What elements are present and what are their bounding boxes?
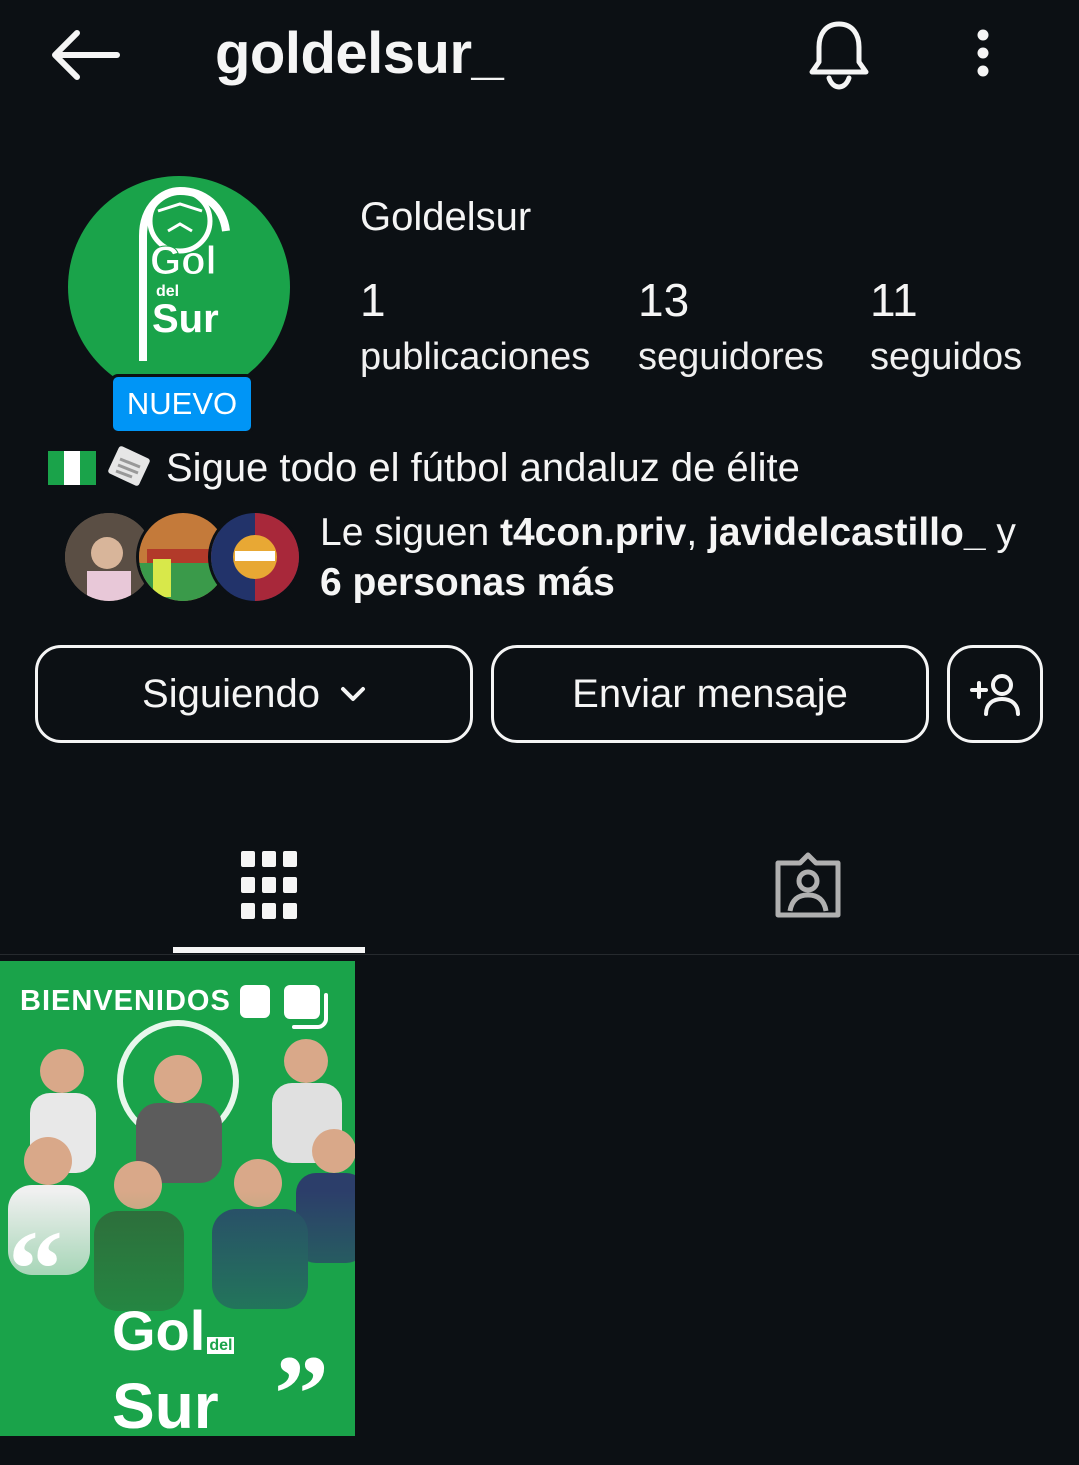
chevron-down-icon — [340, 687, 365, 701]
followed-separator: , — [686, 511, 709, 554]
posts-label: publicaciones — [360, 336, 591, 378]
display-name: Goldelsur — [360, 195, 532, 239]
tabs-divider — [0, 954, 1079, 955]
more-vertical-icon — [977, 29, 989, 77]
post-thumbnail[interactable]: “ ” BIENVENIDOS A Gol del Sur — [0, 961, 355, 1436]
following-count: 11 — [870, 274, 918, 326]
tagged-person-icon — [775, 852, 841, 918]
svg-text:Gol: Gol — [150, 239, 217, 283]
send-message-label: Enviar mensaje — [572, 671, 848, 716]
send-message-button[interactable]: Enviar mensaje — [491, 645, 929, 743]
followed-by-text[interactable]: Le siguen t4con.priv, javidelcastillo_ y… — [320, 508, 1050, 608]
bell-icon — [809, 21, 869, 90]
bio: Sigue todo el fútbol andaluz de élite — [48, 440, 800, 496]
profile-avatar[interactable]: Gol del Sur — [68, 176, 290, 398]
posts-stat[interactable]: 1 publicaciones — [360, 272, 590, 380]
grid-icon — [241, 851, 297, 919]
svg-text:Sur: Sur — [152, 297, 219, 341]
goldelsur-logo-icon: Gol del Sur — [139, 186, 230, 361]
posts-count: 1 — [360, 274, 386, 326]
profile-username: goldelsur_ — [215, 21, 504, 86]
new-badge: NUEVO — [110, 374, 254, 434]
arrow-left-icon — [52, 30, 120, 80]
post-headline: BIENVENIDOS A — [20, 985, 270, 1018]
suggest-users-button[interactable] — [947, 645, 1043, 743]
tab-tagged[interactable] — [712, 830, 904, 940]
following-label: seguidos — [870, 336, 1023, 378]
add-person-icon — [970, 674, 1020, 716]
mutual-user-2[interactable]: javidelcastillo_ — [708, 511, 985, 554]
mutual-avatar — [208, 510, 302, 604]
following-button[interactable]: Siguiendo — [35, 645, 473, 743]
post-brand: Gol del Sur — [112, 1299, 235, 1436]
active-tab-indicator — [173, 947, 365, 953]
newspaper-icon — [108, 446, 150, 486]
mutual-others[interactable]: 6 personas más — [320, 561, 615, 604]
back-button[interactable] — [44, 22, 124, 88]
followed-connector: y — [985, 511, 1016, 554]
more-options-button[interactable] — [960, 20, 1006, 86]
notifications-button[interactable] — [800, 14, 878, 94]
following-stat[interactable]: 11 seguidos — [870, 272, 1022, 380]
bio-text: Sigue todo el fútbol andaluz de élite — [166, 446, 800, 490]
following-label: Siguiendo — [142, 671, 320, 716]
andalusia-flag-icon — [48, 451, 96, 485]
followed-prefix: Le siguen — [320, 511, 500, 554]
svg-text:”: ” — [274, 1333, 329, 1436]
followers-count: 13 — [638, 274, 690, 326]
mutual-followers-avatars[interactable] — [62, 510, 302, 604]
mutual-user-1[interactable]: t4con.priv — [500, 511, 686, 554]
followers-stat[interactable]: 13 seguidores — [638, 272, 824, 380]
tab-posts-grid[interactable] — [173, 830, 365, 940]
followers-label: seguidores — [638, 336, 824, 378]
svg-text:“: “ — [8, 1208, 63, 1330]
carousel-icon — [284, 985, 328, 1029]
